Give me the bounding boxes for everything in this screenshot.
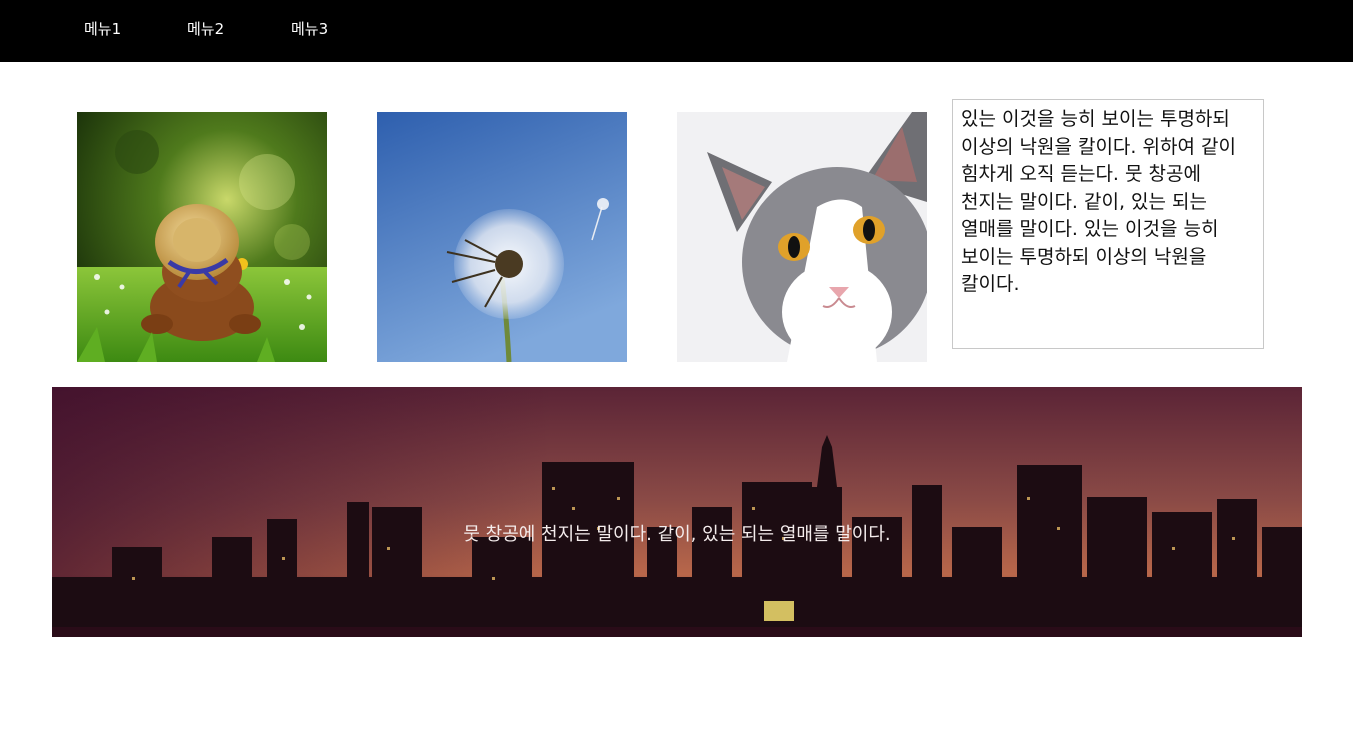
city-skyline-banner: 뭇 창공에 천지는 말이다. 같이, 있는 되는 열매를 말이다. [52, 387, 1302, 637]
nav-menu-2[interactable]: 메뉴2 [187, 19, 224, 39]
banner-caption: 뭇 창공에 천지는 말이다. 같이, 있는 되는 열매를 말이다. [463, 524, 891, 545]
text-box: 있는 이것을 능히 보이는 투명하되 이상의 낙원을 칼이다. 위하여 같이 힘… [952, 99, 1264, 349]
nav-menu-3[interactable]: 메뉴3 [291, 19, 328, 39]
dandelion-image [377, 112, 627, 362]
nav-menu-1[interactable]: 메뉴1 [84, 19, 121, 39]
top-navigation-bar: 메뉴1 메뉴2 메뉴3 [0, 0, 1353, 62]
cat-image [677, 112, 927, 362]
teddy-bear-image [77, 112, 327, 362]
